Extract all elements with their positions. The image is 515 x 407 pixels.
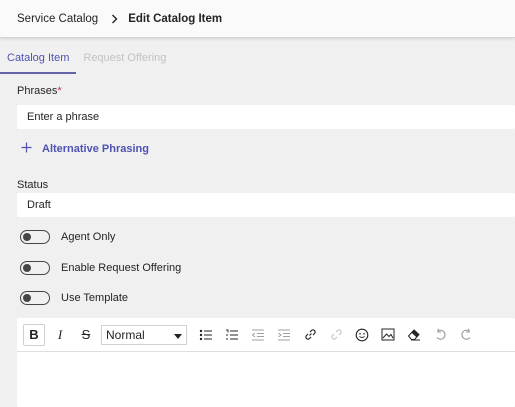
bullet-list-icon[interactable] bbox=[195, 324, 217, 346]
phrases-label-text: Phrases bbox=[17, 85, 58, 97]
use-template-row: Use Template bbox=[20, 291, 128, 305]
status-dropdown[interactable]: Draft bbox=[17, 193, 515, 217]
numbered-list-icon[interactable] bbox=[221, 324, 243, 346]
breadcrumb-parent-link[interactable]: Service Catalog bbox=[17, 13, 98, 25]
plus-icon bbox=[21, 142, 32, 156]
outdent-icon[interactable] bbox=[247, 324, 269, 346]
bold-icon[interactable]: B bbox=[23, 323, 45, 346]
use-template-toggle[interactable] bbox=[20, 291, 50, 305]
format-select-value: Normal bbox=[106, 327, 145, 342]
redo-icon[interactable] bbox=[455, 324, 477, 346]
agent-only-label: Agent Only bbox=[61, 231, 116, 243]
breadcrumb: Service Catalog Edit Catalog Item bbox=[0, 0, 515, 38]
status-value: Draft bbox=[27, 199, 51, 211]
italic-icon[interactable]: I bbox=[49, 324, 71, 346]
use-template-label: Use Template bbox=[61, 292, 129, 304]
chevron-right-icon bbox=[111, 14, 118, 24]
indent-icon[interactable] bbox=[273, 324, 295, 346]
phrases-label: Phrases* bbox=[17, 85, 62, 97]
tab-bar: Catalog Item Request Offering bbox=[0, 44, 173, 74]
undo-icon[interactable] bbox=[429, 324, 451, 346]
phrase-input-placeholder: Enter a phrase bbox=[27, 111, 100, 123]
page-title: Edit Catalog Item bbox=[128, 12, 223, 25]
add-alternative-phrasing-button[interactable]: Alternative Phrasing bbox=[21, 142, 149, 156]
unlink-icon[interactable] bbox=[325, 324, 347, 346]
enable-request-offering-label: Enable Request Offering bbox=[61, 262, 182, 274]
alternative-phrasing-label: Alternative Phrasing bbox=[42, 143, 149, 155]
agent-only-row: Agent Only bbox=[20, 230, 115, 244]
emoji-icon[interactable] bbox=[351, 324, 373, 346]
tab-catalog-item[interactable]: Catalog Item bbox=[0, 44, 77, 74]
format-select[interactable]: Normal bbox=[101, 324, 187, 345]
required-asterisk: * bbox=[57, 85, 62, 97]
phrase-input[interactable]: Enter a phrase bbox=[17, 105, 515, 129]
tab-request-offering[interactable]: Request Offering bbox=[76, 44, 173, 74]
clear-format-icon[interactable] bbox=[403, 324, 425, 346]
editor-content-area[interactable] bbox=[17, 352, 515, 406]
status-label: Status bbox=[17, 179, 49, 191]
caret-down-icon bbox=[174, 328, 182, 342]
enable-request-offering-row: Enable Request Offering bbox=[20, 261, 181, 275]
strikethrough-icon[interactable]: S bbox=[75, 324, 97, 346]
link-icon[interactable] bbox=[299, 324, 321, 346]
enable-request-offering-toggle[interactable] bbox=[20, 261, 50, 275]
image-icon[interactable] bbox=[377, 324, 399, 346]
agent-only-toggle[interactable] bbox=[20, 230, 50, 244]
editor-toolbar: B I S Normal bbox=[17, 318, 515, 352]
rich-text-editor: B I S Normal bbox=[17, 318, 515, 407]
